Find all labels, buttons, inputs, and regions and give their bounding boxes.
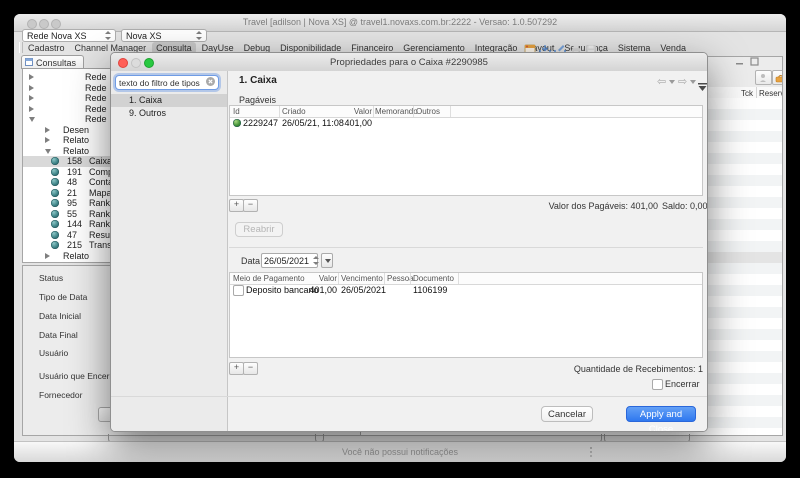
status-bar: Você não possui notificações <box>14 441 786 462</box>
query-orb-icon <box>51 209 59 218</box>
column-header-outros[interactable]: Outros <box>416 107 440 116</box>
query-orb-icon <box>51 157 59 165</box>
type-filter-input[interactable]: texto do filtro de tipos <box>115 75 219 90</box>
encerrar-label: Encerrar <box>665 379 700 389</box>
query-orb-icon <box>51 178 59 186</box>
apply-button[interactable]: Apply and Close <box>626 406 696 431</box>
divider <box>229 247 703 248</box>
chevron-down-icon[interactable] <box>29 117 35 122</box>
chevron-right-icon[interactable] <box>29 105 34 112</box>
column-separator[interactable] <box>413 106 414 117</box>
column-separator[interactable] <box>450 106 451 117</box>
filter-label-fornecedor: Fornecedor <box>39 390 83 400</box>
table-row[interactable]: 2229247 26/05/21, 11:08 401,00 <box>230 117 702 128</box>
column-separator[interactable] <box>279 106 280 117</box>
query-orb-icon <box>51 230 59 239</box>
column-header-meio-de-pagamento[interactable]: Meio de Pagamento <box>233 274 305 283</box>
dialog-titlebar[interactable]: Propriedades para o Caixa #2290985 <box>111 53 707 72</box>
filter-label-data-final: Data Final <box>39 330 78 340</box>
remove-pagavel-button[interactable]: − <box>243 199 258 212</box>
stepper-icon <box>195 31 202 40</box>
dialog-section-1-caixa[interactable]: 1. Caixa <box>111 94 227 107</box>
date-stepper-icon[interactable] <box>312 256 319 265</box>
filter-label-tipo-de-data: Tipo de Data <box>39 292 88 302</box>
query-orb-icon <box>51 241 59 249</box>
desktop: { "window": { "title": "Travel [adilson … <box>0 0 800 478</box>
pagaveis-saldo: Saldo: 0,00 <box>662 201 708 211</box>
pagaveis-total: Valor dos Pagáveis: 401,00 <box>548 201 658 211</box>
query-orb-icon <box>51 188 59 197</box>
chevron-right-icon[interactable] <box>29 95 34 101</box>
window-title: Travel [adilson | Nova XS] @ travel1.nov… <box>242 17 558 27</box>
column-header-valor[interactable]: Valor <box>295 274 337 283</box>
column-separator[interactable] <box>458 273 459 284</box>
section-header: 1. Caixa <box>239 75 277 86</box>
row-checkbox[interactable] <box>233 285 244 296</box>
forward-dropdown-icon[interactable] <box>690 80 696 84</box>
date-dropdown-button[interactable] <box>321 253 333 268</box>
status-orb-icon <box>233 118 241 127</box>
filter-label-status: Status <box>39 273 64 283</box>
chevron-right-icon[interactable] <box>29 84 34 91</box>
footer-divider <box>111 396 707 397</box>
clear-icon[interactable] <box>206 77 215 88</box>
dialog-title: Propriedades para o Caixa #2290985 <box>330 57 488 68</box>
query-orb-icon <box>51 167 59 176</box>
column-separator[interactable] <box>373 106 374 117</box>
person-tool-button[interactable] <box>755 70 772 85</box>
properties-dialog: Propriedades para o Caixa #2290985 texto… <box>110 52 708 432</box>
add-payment-button[interactable]: + <box>229 362 244 375</box>
dialog-sidebar: texto do filtro de tipos 1. Caixa 9. Outr… <box>111 71 228 431</box>
basket-tool-button[interactable] <box>772 70 782 85</box>
column-separator[interactable] <box>410 273 411 284</box>
stepper-icon <box>104 31 111 40</box>
chevron-down-icon[interactable] <box>45 148 51 154</box>
payment-table[interactable]: Meio de Pagamento Valor Vencimento Pessoa Do… <box>229 272 703 358</box>
panel-icon <box>25 57 33 68</box>
reopen-button[interactable]: Reabrir <box>235 222 283 237</box>
view-menu-icon[interactable] <box>698 78 707 96</box>
chevron-right-icon[interactable] <box>29 74 34 80</box>
recebimentos-count: Quantidade de Recebimentos: 1 <box>573 364 703 374</box>
date-label: Data <box>241 256 261 266</box>
filter-label-usu-rio: Usuário <box>39 348 69 358</box>
add-pagavel-button[interactable]: + <box>229 199 244 212</box>
query-orb-icon <box>51 220 59 228</box>
column-separator[interactable] <box>338 273 339 284</box>
column-header-memorando[interactable]: Memorando <box>375 107 418 116</box>
menu-item-cadastro[interactable]: Cadastro <box>24 42 69 54</box>
dialog-main: 1. Caixa ⇦ ⇨ Pagáveis Id Criado Valor Memor… <box>111 71 708 431</box>
remove-payment-button[interactable]: − <box>243 362 258 375</box>
chevron-right-icon[interactable] <box>45 252 50 259</box>
filter-label-data-inicial: Data Inicial <box>39 311 82 321</box>
pane-maximize-icon[interactable] <box>750 57 759 68</box>
table-row[interactable]: Deposito bancario 401,00 26/05/2021 1106… <box>230 284 702 296</box>
chevron-right-icon[interactable] <box>45 126 50 133</box>
column-header-tck[interactable]: Tck <box>741 89 753 98</box>
tab-consultas[interactable]: Consultas <box>21 55 84 69</box>
drag-handle-icon[interactable] <box>590 447 592 457</box>
column-separator[interactable] <box>384 273 385 284</box>
cancel-button[interactable]: Cancelar <box>541 406 593 422</box>
pagaveis-label: Pagáveis <box>239 95 277 105</box>
pagaveis-table[interactable]: Id Criado Valor Memorando Outros 2229247 26/… <box>229 105 703 196</box>
encerrar-checkbox[interactable] <box>652 379 663 390</box>
column-header-criado[interactable]: Criado <box>282 107 306 116</box>
column-header-documento[interactable]: Documento <box>413 274 454 283</box>
column-header-id[interactable]: Id <box>233 107 240 116</box>
chevron-right-icon[interactable] <box>45 137 50 143</box>
column-header-valor[interactable]: Valor <box>330 107 372 116</box>
column-header-reserva[interactable]: Reserva/Grupo/C <box>759 89 782 98</box>
forward-button[interactable]: ⇨ <box>678 77 687 88</box>
dialog-section-9-outros[interactable]: 9. Outros <box>111 107 227 120</box>
toolbar-handle[interactable] <box>19 42 23 53</box>
back-button[interactable]: ⇦ <box>657 77 666 88</box>
notification-text: Você não possui notificações <box>341 447 459 457</box>
date-field[interactable]: 26/05/2021 <box>261 253 319 268</box>
back-dropdown-icon[interactable] <box>669 80 675 84</box>
pane-minimize-icon[interactable] <box>735 57 744 68</box>
column-header-vencimento[interactable]: Vencimento <box>341 274 383 283</box>
query-orb-icon <box>51 199 59 207</box>
